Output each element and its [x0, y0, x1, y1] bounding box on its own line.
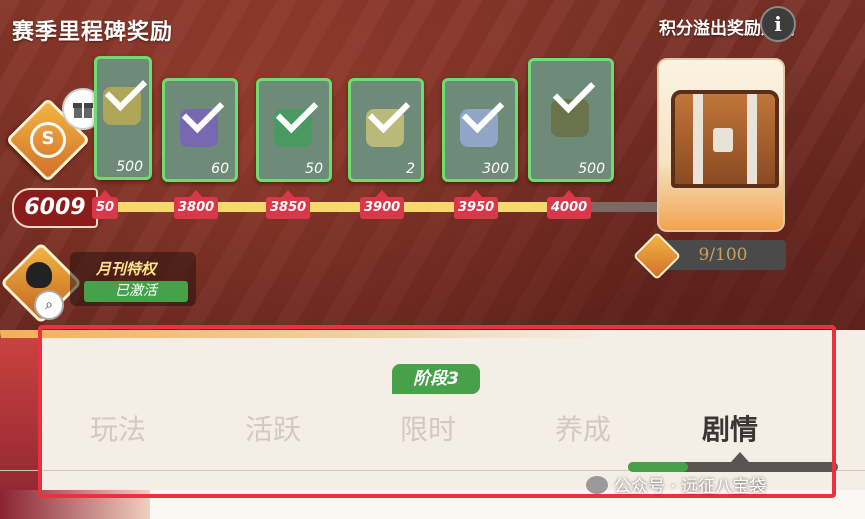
reward-count: 60 [211, 161, 229, 177]
reward-card[interactable]: 50 [256, 78, 332, 182]
page-title: 赛季里程碑奖励 [12, 20, 174, 45]
milestone-points: 4000 [547, 190, 592, 219]
reward-count: 2 [406, 161, 415, 177]
reward-card[interactable]: 60 [162, 78, 238, 182]
reward-count: 300 [482, 161, 509, 177]
duck-avatar-icon [26, 262, 52, 288]
season-coin-icon: S [30, 122, 66, 158]
treasure-chest-icon [671, 90, 779, 188]
reward-count: 500 [116, 159, 143, 175]
watermark-text: 公众号 · 远征八宝袋 [614, 477, 767, 497]
reward-card[interactable]: 500 [94, 56, 152, 180]
milestone-points: 3950 [454, 190, 499, 219]
magnifier-icon[interactable]: ⌕ [34, 290, 64, 320]
milestone-points: 3900 [360, 190, 405, 219]
milestone-points: 3800 [174, 190, 219, 219]
watermark: 公众号 · 远征八宝袋 [586, 472, 766, 497]
privilege-status-badge: 已激活 [84, 281, 188, 302]
privilege-title: 月刊特权 [96, 260, 157, 278]
milestone-track-remaining [590, 202, 660, 212]
milestone-points: 3850 [266, 190, 311, 219]
reward-card[interactable]: 500 [528, 58, 614, 182]
reward-count: 50 [305, 161, 323, 177]
wechat-icon [586, 475, 608, 494]
info-icon[interactable]: i [760, 6, 796, 42]
reward-card[interactable]: 2 [348, 78, 424, 182]
reward-count: 500 [578, 161, 605, 177]
milestone-points: 50 [92, 190, 119, 219]
season-score: 6009 [12, 188, 98, 228]
overflow-chest[interactable] [657, 58, 785, 232]
reward-card[interactable]: 300 [442, 78, 518, 182]
